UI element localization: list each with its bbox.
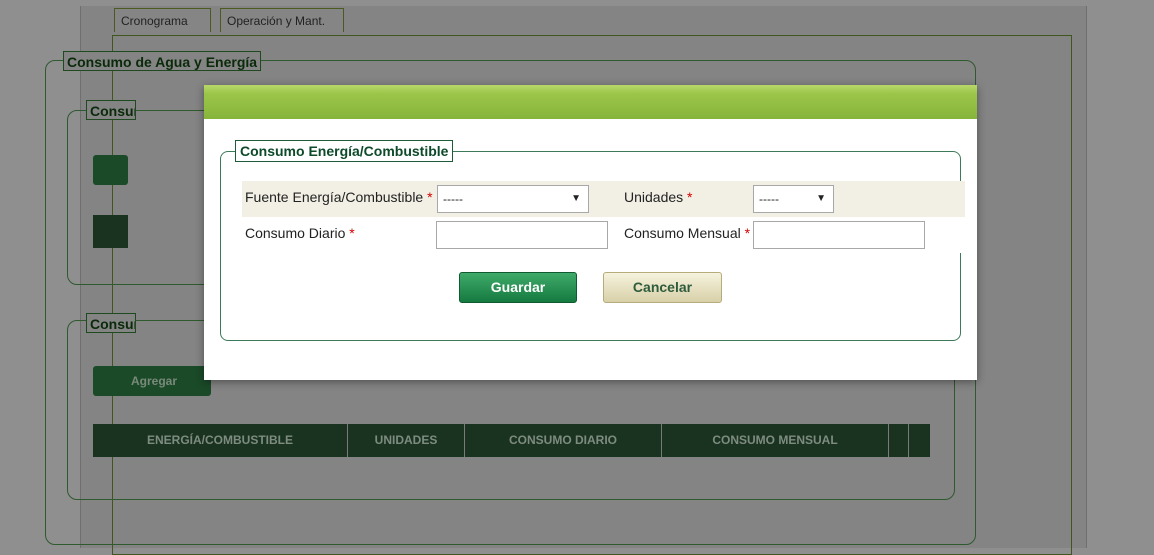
chevron-down-icon: ▼ [571,193,581,204]
consumo-diario-label-text: Consumo Diario [245,225,346,241]
add-agua-button[interactable] [93,155,128,185]
consumo-mensual-label: Consumo Mensual * [624,225,750,241]
form-row-fuente-unidades: Fuente Energía/Combustible * ----- ▼ Uni… [242,181,965,217]
energia-table-header: ENERGÍA/COMBUSTIBLE UNIDADES CONSUMO DIA… [93,424,930,457]
column-header-consumo-mensual: CONSUMO MENSUAL [662,424,889,457]
tab-label: Cronograma [121,14,188,28]
required-mark: * [349,225,355,241]
modal-dialog: Consumo Energía/Combustible Fuente Energ… [204,85,977,380]
consumo-mensual-label-text: Consumo Mensual [624,225,741,241]
fieldset-legend-consumo-energia: Consumo Energía/Combustible [86,313,136,333]
cancel-button[interactable]: Cancelar [603,272,722,303]
add-energia-button[interactable]: Agregar [93,366,211,396]
modal-legend: Consumo Energía/Combustible [235,140,454,162]
unidades-label-text: Unidades [624,189,684,205]
tab-operacion-mant[interactable]: Operación y Mant. [220,8,344,32]
form-row-consumo: Consumo Diario * Consumo Mensual * [242,217,965,253]
agua-table-header [93,215,128,248]
unidades-select-value: ----- [759,192,779,206]
fuente-select[interactable]: ----- ▼ [437,185,589,213]
column-header-unidades: UNIDADES [348,424,465,457]
tab-label: Operación y Mant. [227,14,326,28]
chevron-down-icon: ▼ [816,193,826,204]
column-header-energia: ENERGÍA/COMBUSTIBLE [93,424,348,457]
tab-cronograma[interactable]: Cronograma [114,8,211,32]
consumo-mensual-input[interactable] [753,221,925,249]
modal-header-bar[interactable] [204,85,977,119]
required-mark: * [687,189,693,205]
fieldset-legend-consumo-agua: Consumo de Agua [86,100,136,120]
fuente-label-text: Fuente Energía/Combustible [245,189,424,205]
fieldset-legend-agua-energia: Consumo de Agua y Energía [63,51,262,71]
save-button[interactable]: Guardar [459,272,577,303]
required-mark: * [427,189,433,205]
column-header-action-2 [909,424,930,457]
unidades-label: Unidades * [624,189,693,205]
column-header-action-1 [889,424,909,457]
unidades-select[interactable]: ----- ▼ [753,185,834,213]
required-mark: * [744,225,751,241]
consumo-diario-input[interactable] [436,221,608,249]
consumo-diario-label: Consumo Diario * [245,225,355,241]
column-header-consumo-diario: CONSUMO DIARIO [465,424,662,457]
fuente-label: Fuente Energía/Combustible * [245,189,433,205]
fuente-select-value: ----- [443,192,463,206]
